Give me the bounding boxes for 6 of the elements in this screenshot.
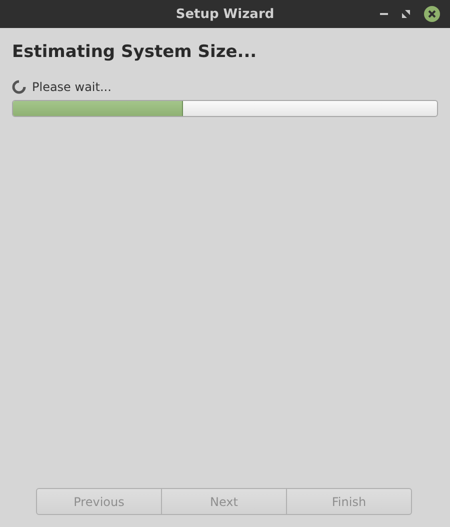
page-heading: Estimating System Size... bbox=[12, 42, 258, 62]
window-title: Setup Wizard bbox=[176, 6, 274, 22]
status-text: Please wait... bbox=[32, 80, 112, 94]
close-icon[interactable] bbox=[424, 6, 440, 22]
restore-icon[interactable] bbox=[402, 10, 410, 18]
spinner-icon bbox=[12, 80, 26, 94]
